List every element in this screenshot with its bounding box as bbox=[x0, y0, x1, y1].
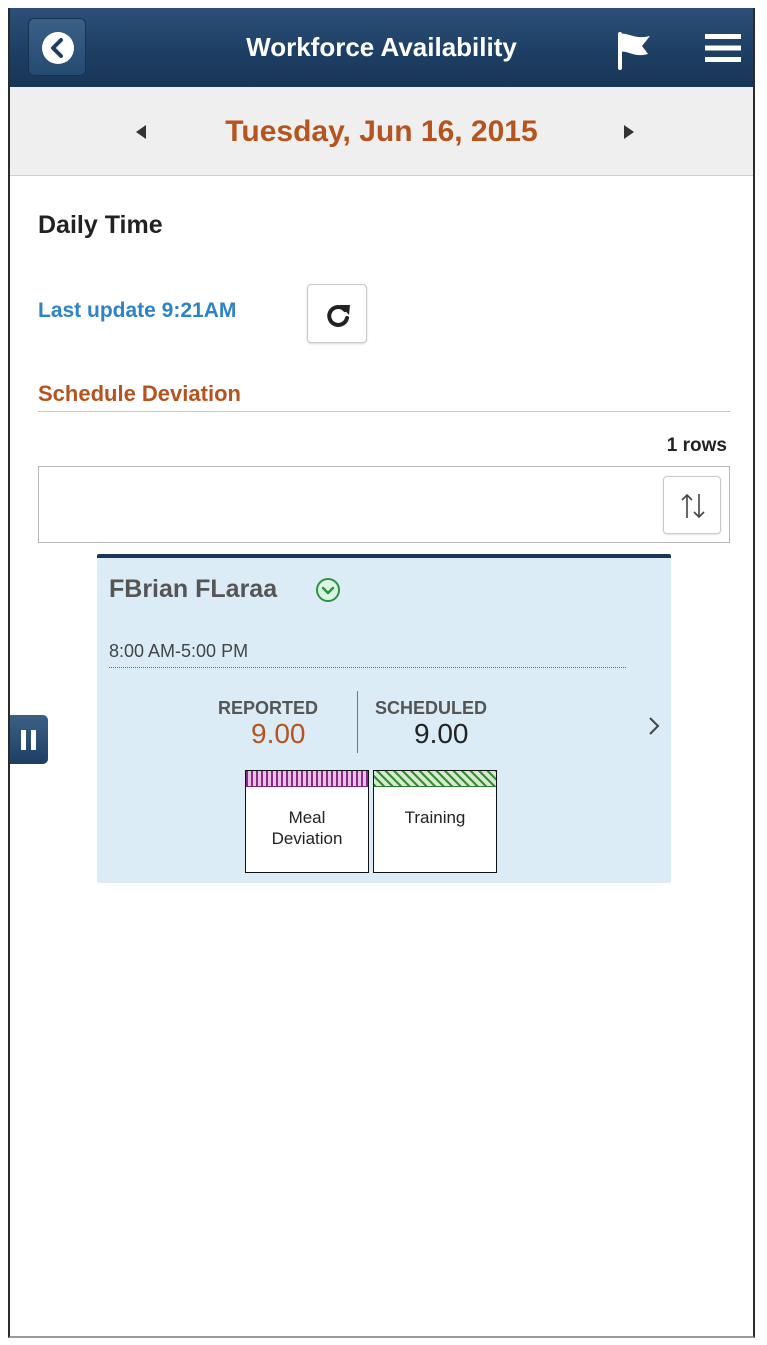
section-title: Daily Time bbox=[38, 211, 163, 239]
divider bbox=[109, 667, 626, 668]
pause-bar-icon bbox=[21, 730, 26, 750]
divider bbox=[38, 411, 730, 412]
employee-name[interactable]: FBrian FLaraa bbox=[109, 575, 277, 604]
refresh-button[interactable] bbox=[307, 284, 367, 343]
sort-icon bbox=[681, 493, 705, 519]
tile-label: Training bbox=[404, 808, 466, 827]
deviation-tile-training[interactable]: Training bbox=[373, 770, 497, 873]
chevron-right-icon[interactable] bbox=[648, 715, 660, 742]
scheduled-label: SCHEDULED bbox=[375, 698, 488, 718]
tile-label: Meal Deviation bbox=[271, 808, 343, 848]
color-strip bbox=[374, 771, 496, 787]
refresh-icon bbox=[327, 304, 350, 327]
pause-bar-icon bbox=[31, 730, 36, 750]
shift-time: 8:00 AM-5:00 PM bbox=[109, 641, 249, 661]
caret-right-icon[interactable] bbox=[622, 123, 636, 146]
date-navigator: Tuesday, Jun 16, 2015 bbox=[10, 87, 753, 176]
sort-button[interactable] bbox=[663, 476, 721, 534]
current-date[interactable]: Tuesday, Jun 16, 2015 bbox=[10, 87, 753, 175]
color-strip bbox=[246, 771, 368, 787]
divider bbox=[357, 691, 358, 753]
hamburger-menu-icon[interactable] bbox=[705, 32, 741, 69]
employee-card[interactable]: FBrian FLaraa 8:00 AM-5:00 PM REPORTED 9… bbox=[97, 554, 671, 883]
chevron-down-icon[interactable] bbox=[315, 577, 341, 608]
flag-icon[interactable] bbox=[616, 30, 652, 75]
grid-title: Schedule Deviation bbox=[38, 381, 241, 406]
scheduled-value: 9.00 bbox=[414, 718, 469, 749]
app-frame: Workforce Availability Tuesday, Jun 16, … bbox=[8, 8, 755, 1338]
side-panel-toggle[interactable] bbox=[10, 715, 48, 764]
grid-toolbar bbox=[38, 466, 730, 543]
deviation-tile-meal[interactable]: Meal Deviation bbox=[245, 770, 369, 873]
reported-label: REPORTED bbox=[218, 698, 319, 718]
rows-count: 1 rows bbox=[666, 435, 727, 456]
last-update-text: Last update 9:21AM bbox=[38, 299, 237, 322]
header-bar: Workforce Availability bbox=[10, 8, 753, 88]
reported-value: 9.00 bbox=[251, 718, 306, 749]
